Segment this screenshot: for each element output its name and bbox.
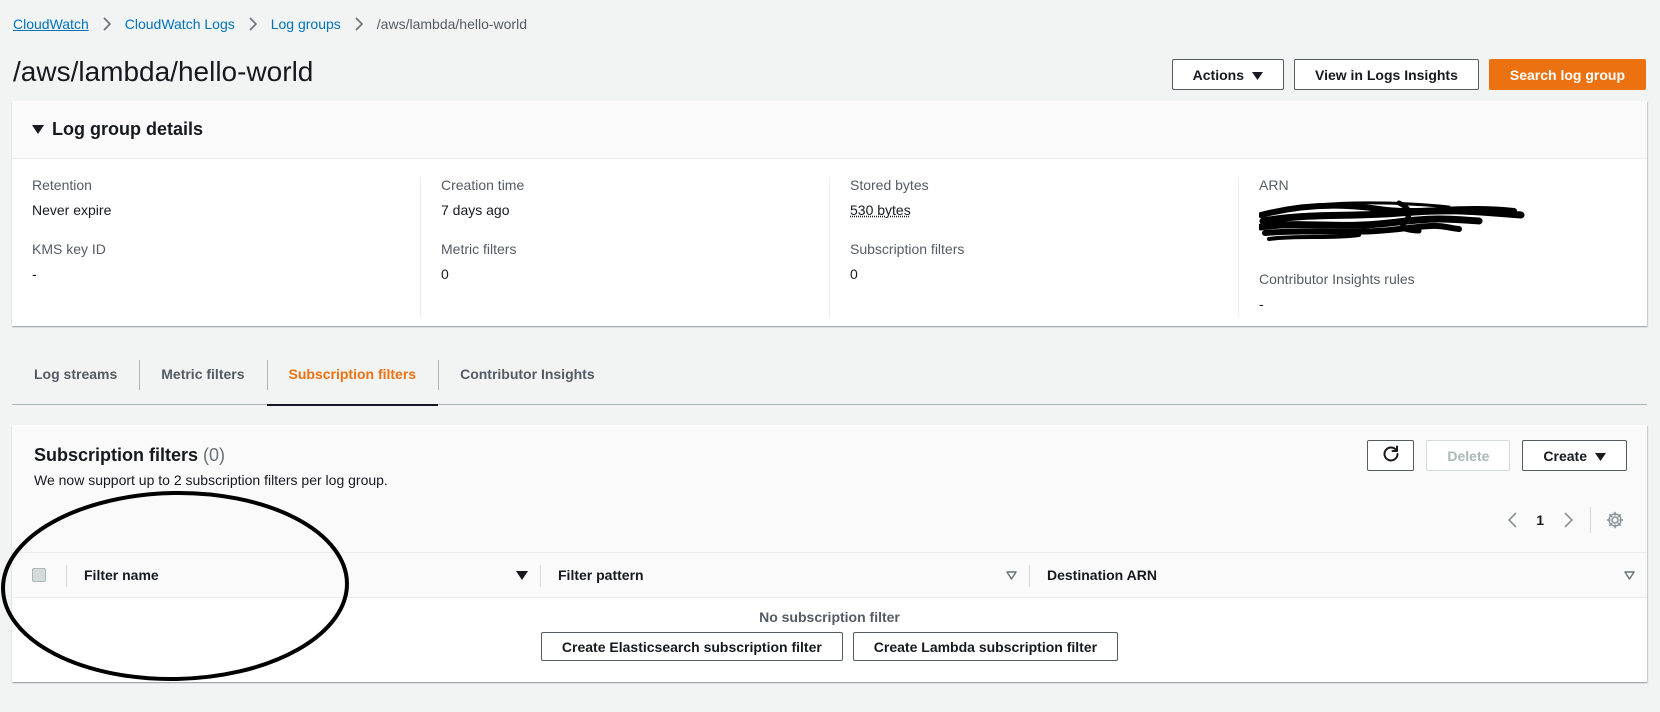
actions-button-label: Actions bbox=[1192, 66, 1244, 83]
header-actions: Actions View in Logs Insights Search log… bbox=[1171, 59, 1646, 90]
sort-unsorted-icon bbox=[1624, 570, 1635, 580]
subscription-filters-value: 0 bbox=[850, 266, 858, 282]
panel-title-text: Subscription filters bbox=[34, 445, 199, 465]
panel-count: (0) bbox=[203, 445, 226, 465]
empty-state-title: No subscription filter bbox=[759, 609, 900, 625]
page-title: /aws/lambda/hello-world bbox=[13, 56, 314, 87]
metric-filters-value: 0 bbox=[441, 266, 449, 282]
breadcrumb-current: /aws/lambda/hello-world bbox=[376, 16, 527, 32]
panel-actions: Delete Create bbox=[1367, 440, 1627, 471]
creation-time-label: Creation time bbox=[441, 177, 525, 193]
retention-value: Never expire bbox=[32, 202, 112, 218]
refresh-icon bbox=[1382, 445, 1400, 466]
panel-description: We now support up to 2 subscription filt… bbox=[34, 472, 388, 488]
caret-down-icon bbox=[32, 125, 44, 134]
column-header-filter-pattern[interactable]: Filter pattern bbox=[540, 553, 1029, 597]
breadcrumb-cloudwatch[interactable]: CloudWatch bbox=[13, 16, 89, 32]
pagination-divider bbox=[1590, 507, 1591, 533]
details-column: ARN Contributor Insights rules - bbox=[1238, 177, 1647, 317]
details-column: Creation time 7 days ago Metric filters … bbox=[420, 177, 829, 317]
contributor-insights-rules-field: Contributor Insights rules - bbox=[1259, 271, 1627, 312]
column-header-filter-name[interactable]: Filter name bbox=[66, 553, 540, 597]
metric-filters-label: Metric filters bbox=[441, 241, 517, 257]
tab-label: Contributor Insights bbox=[460, 366, 595, 382]
tab-log-streams[interactable]: Log streams bbox=[12, 355, 139, 405]
contributor-insights-rules-value: - bbox=[1259, 296, 1264, 312]
chevron-right-icon bbox=[355, 17, 363, 31]
search-log-group-button[interactable]: Search log group bbox=[1488, 59, 1646, 90]
column-header-label: Filter name bbox=[84, 567, 159, 583]
stored-bytes-field: Stored bytes 530 bytes bbox=[850, 177, 1218, 218]
tab-label: Subscription filters bbox=[288, 366, 417, 382]
details-body: Retention Never expire KMS key ID - Crea… bbox=[12, 159, 1647, 317]
kms-key-field: KMS key ID - bbox=[32, 241, 400, 282]
column-header-destination-arn[interactable]: Destination ARN bbox=[1029, 553, 1647, 597]
select-all-checkbox[interactable] bbox=[32, 568, 46, 582]
create-button-label: Create bbox=[1543, 447, 1587, 464]
delete-button[interactable]: Delete bbox=[1426, 440, 1511, 471]
breadcrumb-log-groups[interactable]: Log groups bbox=[271, 16, 341, 32]
refresh-button[interactable] bbox=[1367, 440, 1415, 471]
tab-subscription-filters[interactable]: Subscription filters bbox=[266, 355, 439, 406]
creation-time-field: Creation time 7 days ago bbox=[441, 177, 809, 218]
create-elasticsearch-subscription-filter-button[interactable]: Create Elasticsearch subscription filter bbox=[540, 632, 843, 661]
tab-contributor-insights[interactable]: Contributor Insights bbox=[438, 355, 617, 405]
log-group-details-panel: Log group details Retention Never expire… bbox=[12, 101, 1647, 326]
breadcrumb-cloudwatch-logs[interactable]: CloudWatch Logs bbox=[125, 16, 235, 32]
metric-filters-field: Metric filters 0 bbox=[441, 241, 809, 282]
breadcrumb: CloudWatch CloudWatch Logs Log groups /a… bbox=[13, 16, 527, 32]
next-page-icon[interactable] bbox=[1556, 508, 1580, 532]
sort-descending-icon bbox=[516, 570, 528, 580]
pagination: 1 bbox=[1500, 507, 1627, 533]
sort-unsorted-icon bbox=[1006, 570, 1017, 580]
stored-bytes-label: Stored bytes bbox=[850, 177, 929, 193]
kms-key-label: KMS key ID bbox=[32, 241, 106, 257]
empty-state-actions: Create Elasticsearch subscription filter… bbox=[12, 632, 1647, 661]
contributor-insights-rules-label: Contributor Insights rules bbox=[1259, 271, 1415, 287]
log-group-details-title: Log group details bbox=[52, 119, 203, 139]
create-lambda-subscription-filter-button[interactable]: Create Lambda subscription filter bbox=[852, 632, 1119, 661]
tab-metric-filters[interactable]: Metric filters bbox=[139, 355, 266, 405]
caret-down-icon bbox=[1252, 67, 1263, 83]
chevron-right-icon bbox=[103, 17, 111, 31]
column-header-label: Filter pattern bbox=[558, 567, 644, 583]
select-all-cell bbox=[12, 553, 66, 597]
previous-page-icon[interactable] bbox=[1500, 508, 1524, 532]
creation-time-value: 7 days ago bbox=[441, 202, 510, 218]
tab-label: Log streams bbox=[34, 366, 118, 382]
table-body: No subscription filter Create Elasticsea… bbox=[12, 598, 1647, 682]
stored-bytes-value[interactable]: 530 bytes bbox=[850, 202, 1218, 218]
panel-title: Subscription filters (0) bbox=[34, 445, 225, 466]
create-button[interactable]: Create bbox=[1522, 440, 1627, 471]
view-in-logs-insights-button[interactable]: View in Logs Insights bbox=[1294, 59, 1479, 90]
arn-label: ARN bbox=[1259, 177, 1289, 193]
chevron-right-icon bbox=[249, 17, 257, 31]
retention-label: Retention bbox=[32, 177, 92, 193]
actions-button[interactable]: Actions bbox=[1171, 59, 1284, 90]
subscription-filters-label: Subscription filters bbox=[850, 241, 965, 257]
redacted-arn-scribble bbox=[1257, 199, 1627, 248]
column-header-label: Destination ARN bbox=[1047, 567, 1157, 583]
subscription-filters-panel: Subscription filters (0) We now support … bbox=[12, 425, 1647, 682]
tab-label: Metric filters bbox=[161, 366, 245, 382]
log-group-details-header[interactable]: Log group details bbox=[12, 101, 1647, 159]
arn-field: ARN bbox=[1257, 177, 1627, 248]
current-page-number[interactable]: 1 bbox=[1536, 512, 1544, 528]
caret-down-icon bbox=[1595, 448, 1606, 464]
tab-bar: Log streams Metric filters Subscription … bbox=[12, 355, 1647, 406]
retention-field: Retention Never expire bbox=[32, 177, 400, 218]
gear-icon[interactable] bbox=[1603, 508, 1627, 532]
details-column: Retention Never expire KMS key ID - bbox=[12, 177, 420, 317]
table-header: Filter name Filter pattern Destination A… bbox=[12, 552, 1647, 598]
subscription-filters-field: Subscription filters 0 bbox=[850, 241, 1218, 282]
details-column: Stored bytes 530 bytes Subscription filt… bbox=[829, 177, 1238, 317]
kms-key-value: - bbox=[32, 266, 37, 282]
